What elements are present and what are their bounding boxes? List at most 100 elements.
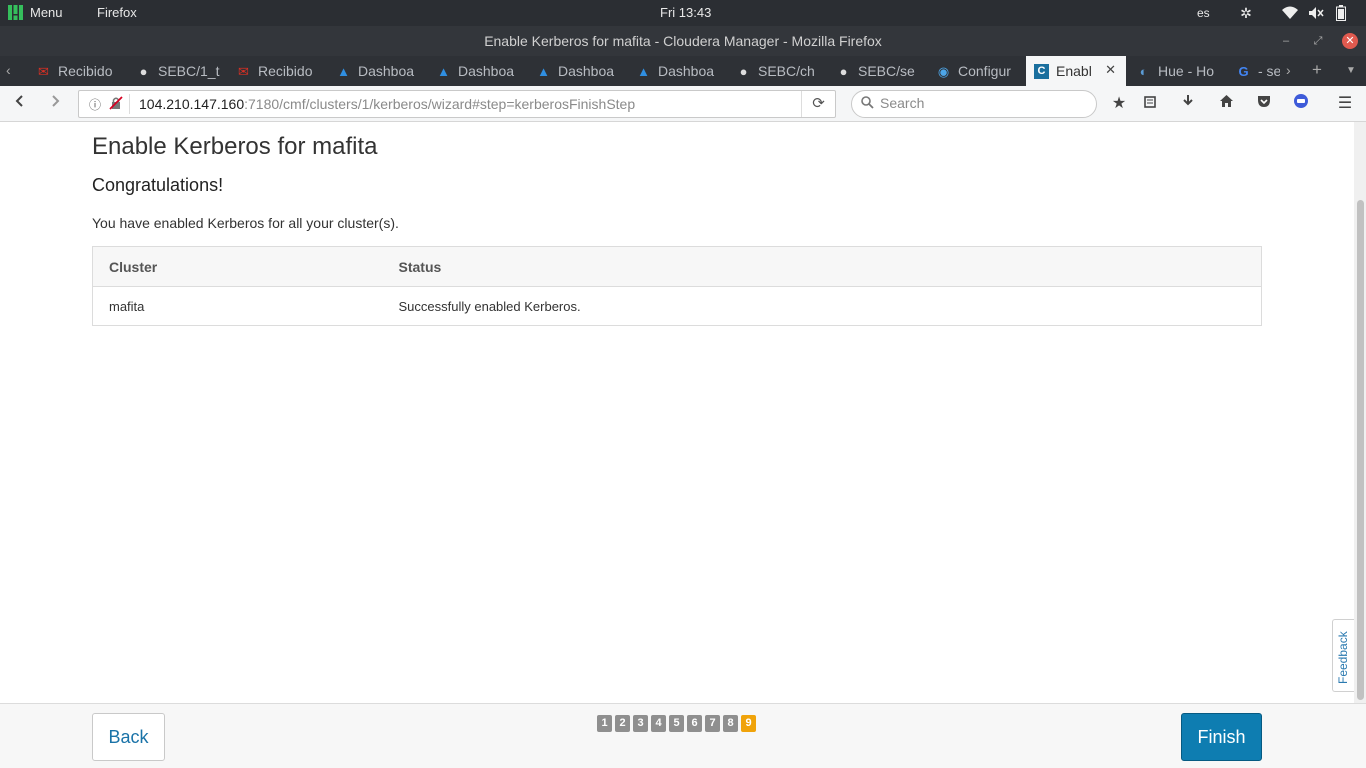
close-window-icon[interactable]: ✕ — [1342, 33, 1358, 49]
close-tab-icon[interactable]: ✕ — [1105, 62, 1116, 78]
table-header-row: Cluster Status — [92, 246, 1262, 287]
tab-github-2[interactable]: ● SEBC/ch — [728, 56, 828, 86]
tab-azure-3[interactable]: ▲ Dashboa — [528, 56, 628, 86]
scrollbar-thumb[interactable] — [1357, 200, 1364, 700]
list-all-tabs-icon[interactable]: ▼ — [1346, 65, 1356, 76]
tab-label: SEBC/se — [858, 63, 915, 79]
tab-cloudera-config[interactable]: ◉ Configur — [928, 56, 1026, 86]
step-9-current[interactable]: 9 — [741, 715, 756, 732]
reload-icon[interactable]: ⟳ — [801, 91, 835, 117]
azure-icon: ▲ — [537, 64, 550, 79]
hamburger-menu-icon[interactable]: ☰ — [1334, 93, 1356, 115]
step-5[interactable]: 5 — [669, 715, 684, 732]
tab-strip: ‹ ✉ Recibido ● SEBC/1_t ✉ Recibido ▲ Das… — [0, 56, 1366, 86]
url-path: :7180/cmf/clusters/1/kerberos/wizard#ste… — [244, 96, 636, 112]
urlbar-separator — [129, 94, 130, 114]
wizard-footer: Back 1 2 3 4 5 6 7 8 9 Finish — [0, 703, 1366, 768]
tab-azure-2[interactable]: ▲ Dashboa — [428, 56, 528, 86]
tab-label: Dashboa — [558, 63, 615, 79]
gmail-icon: ✉ — [38, 64, 49, 79]
scroll-tabs-right-icon[interactable]: › — [1286, 62, 1291, 78]
search-icon — [861, 96, 874, 112]
azure-icon: ▲ — [337, 64, 350, 79]
desktop-panel: Menu Firefox Fri 13:43 es ✲ — [0, 0, 1366, 26]
tab-label: Enabl — [1056, 63, 1092, 79]
cluster-status-table: Cluster Status mafita Successfully enabl… — [92, 246, 1262, 326]
window-titlebar: Enable Kerberos for mafita - Cloudera Ma… — [0, 26, 1366, 56]
network-tray-icon[interactable]: ✲ — [1236, 3, 1256, 23]
keyboard-layout-indicator[interactable]: es — [1197, 6, 1210, 20]
site-info-icon[interactable]: ⓘ — [89, 96, 105, 112]
insecure-connection-icon[interactable] — [109, 96, 125, 112]
status-cell: Successfully enabled Kerberos. — [398, 298, 581, 314]
back-button[interactable]: Back — [92, 713, 165, 761]
github-icon: ● — [839, 64, 848, 79]
extension-icon[interactable] — [1290, 93, 1312, 115]
bookmark-star-icon[interactable]: ★ — [1108, 93, 1130, 115]
bookmarks-menu-icon[interactable] — [1139, 93, 1161, 115]
step-2[interactable]: 2 — [615, 715, 630, 732]
hue-icon: ◐ — [1139, 64, 1148, 79]
azure-icon: ▲ — [637, 64, 650, 79]
step-8[interactable]: 8 — [723, 715, 738, 732]
menu-button[interactable]: Menu — [30, 5, 63, 20]
battery-icon[interactable] — [1331, 3, 1351, 23]
maximize-window-icon[interactable]: ⤢ — [1309, 32, 1327, 50]
manjaro-menu-icon[interactable] — [8, 5, 23, 20]
step-3[interactable]: 3 — [633, 715, 648, 732]
forward-arrow-icon[interactable] — [44, 93, 66, 115]
tab-github-1[interactable]: ● SEBC/1_t — [128, 56, 228, 86]
url-bar[interactable]: ⓘ 104.210.147.160:7180/cmf/clusters/1/ke… — [78, 90, 836, 118]
tab-label: Dashboa — [358, 63, 415, 79]
scroll-tabs-left-icon[interactable]: ‹ — [6, 62, 11, 78]
tab-azure-1[interactable]: ▲ Dashboa — [328, 56, 428, 86]
active-app-label[interactable]: Firefox — [97, 5, 137, 20]
page-content: Enable Kerberos for mafita Congratulatio… — [0, 122, 1354, 703]
minimize-window-icon[interactable]: – — [1277, 32, 1295, 50]
step-6[interactable]: 6 — [687, 715, 702, 732]
google-icon: G — [1238, 64, 1249, 79]
pocket-icon[interactable] — [1253, 93, 1275, 115]
panel-clock[interactable]: Fri 13:43 — [660, 5, 711, 20]
back-arrow-icon[interactable] — [9, 93, 31, 115]
tab-label: Recibido — [258, 63, 313, 79]
tab-hue[interactable]: ◐ Hue - Ho — [1128, 56, 1228, 86]
completion-message: You have enabled Kerberos for all your c… — [92, 215, 399, 231]
column-header-status: Status — [382, 246, 1262, 287]
github-icon: ● — [139, 64, 148, 79]
feedback-tab[interactable]: Feedback — [1332, 619, 1354, 692]
page-title: Enable Kerberos for mafita — [92, 133, 378, 160]
tab-label: - se — [1258, 63, 1280, 79]
cloudera-icon: ◉ — [937, 64, 950, 79]
url-text[interactable]: 104.210.147.160:7180/cmf/clusters/1/kerb… — [139, 96, 635, 112]
tab-label: SEBC/ch — [758, 63, 815, 79]
url-host: 104.210.147.160 — [139, 96, 245, 112]
table-row: mafita Successfully enabled Kerberos. — [93, 287, 1262, 326]
feedback-label: Feedback — [1336, 631, 1350, 684]
search-input[interactable] — [880, 95, 1080, 111]
wifi-icon[interactable] — [1280, 3, 1300, 23]
finish-button[interactable]: Finish — [1181, 713, 1262, 761]
congratulations-heading: Congratulations! — [92, 175, 224, 195]
new-tab-icon[interactable]: + — [1312, 60, 1322, 80]
tab-google[interactable]: G - se — [1228, 56, 1280, 86]
tab-github-3[interactable]: ● SEBC/se — [828, 56, 928, 86]
tab-label: Recibido — [58, 63, 113, 79]
search-bar[interactable] — [851, 90, 1097, 118]
tab-gmail-1[interactable]: ✉ Recibido — [28, 56, 128, 86]
page-scrollbar[interactable] — [1354, 122, 1366, 703]
github-icon: ● — [739, 64, 748, 79]
tab-enable-kerberos-active[interactable]: C Enabl ✕ — [1026, 56, 1126, 86]
tab-gmail-2[interactable]: ✉ Recibido — [228, 56, 328, 86]
step-4[interactable]: 4 — [651, 715, 666, 732]
step-1[interactable]: 1 — [597, 715, 612, 732]
volume-muted-icon[interactable] — [1306, 3, 1326, 23]
step-7[interactable]: 7 — [705, 715, 720, 732]
tab-label: Dashboa — [458, 63, 515, 79]
navigation-toolbar: ⓘ 104.210.147.160:7180/cmf/clusters/1/ke… — [0, 86, 1366, 122]
home-icon[interactable] — [1215, 93, 1237, 115]
downloads-icon[interactable] — [1177, 93, 1199, 115]
tab-label: Configur — [958, 63, 1011, 79]
azure-icon: ▲ — [437, 64, 450, 79]
tab-azure-4[interactable]: ▲ Dashboa — [628, 56, 728, 86]
